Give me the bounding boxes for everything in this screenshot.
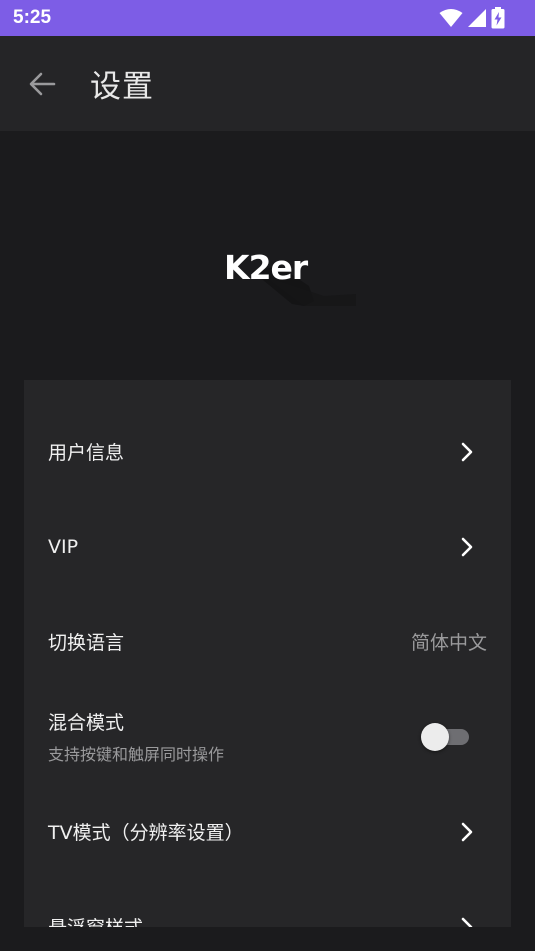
chevron-right-icon [457, 822, 477, 842]
row-label: VIP [48, 535, 79, 558]
status-bar: 5:25 [0, 0, 535, 36]
chevron-right-icon [457, 442, 477, 462]
row-label: 悬浮窗样式 [48, 913, 143, 927]
language-value: 简体中文 [410, 632, 487, 654]
wifi-icon [439, 9, 463, 27]
row-subtitle: 支持按键和触屏同时操作 [48, 745, 225, 764]
back-button[interactable] [12, 54, 72, 114]
signal-icon [468, 9, 486, 27]
page-title: 设置 [90, 69, 154, 105]
app-logo: K2er [224, 248, 356, 306]
row-label: 混合模式 [48, 712, 125, 734]
settings-card: 用户信息 VIP 切换语言 简体中文 混合模式 支持按键和触屏同时操作 TV模式… [24, 380, 511, 927]
row-label: TV模式（分辨率设置） [48, 822, 244, 844]
battery-icon [491, 7, 505, 29]
status-time: 5:25 [13, 7, 52, 28]
logo-text: K2er [224, 248, 309, 287]
back-arrow-icon [29, 72, 56, 95]
row-label: 切换语言 [48, 632, 125, 654]
settings-row-vip[interactable]: VIP [24, 499, 511, 594]
chevron-right-icon [457, 537, 477, 557]
status-icons [439, 7, 505, 29]
mixed-mode-toggle[interactable] [421, 722, 471, 752]
logo-area: K2er [0, 131, 535, 380]
settings-row-floating-window[interactable]: 悬浮窗样式 [24, 879, 511, 927]
settings-row-tv-mode[interactable]: TV模式（分辨率设置） [24, 784, 511, 879]
row-label: 用户信息 [48, 442, 125, 464]
app-bar: 设置 [0, 36, 535, 131]
toggle-thumb [421, 722, 449, 751]
row-text: 混合模式 支持按键和触屏同时操作 [48, 708, 224, 765]
chevron-right-icon [457, 917, 477, 927]
settings-row-language[interactable]: 切换语言 简体中文 [24, 594, 511, 689]
settings-row-mixed-mode: 混合模式 支持按键和触屏同时操作 [24, 689, 511, 784]
settings-row-user-info[interactable]: 用户信息 [24, 404, 511, 499]
